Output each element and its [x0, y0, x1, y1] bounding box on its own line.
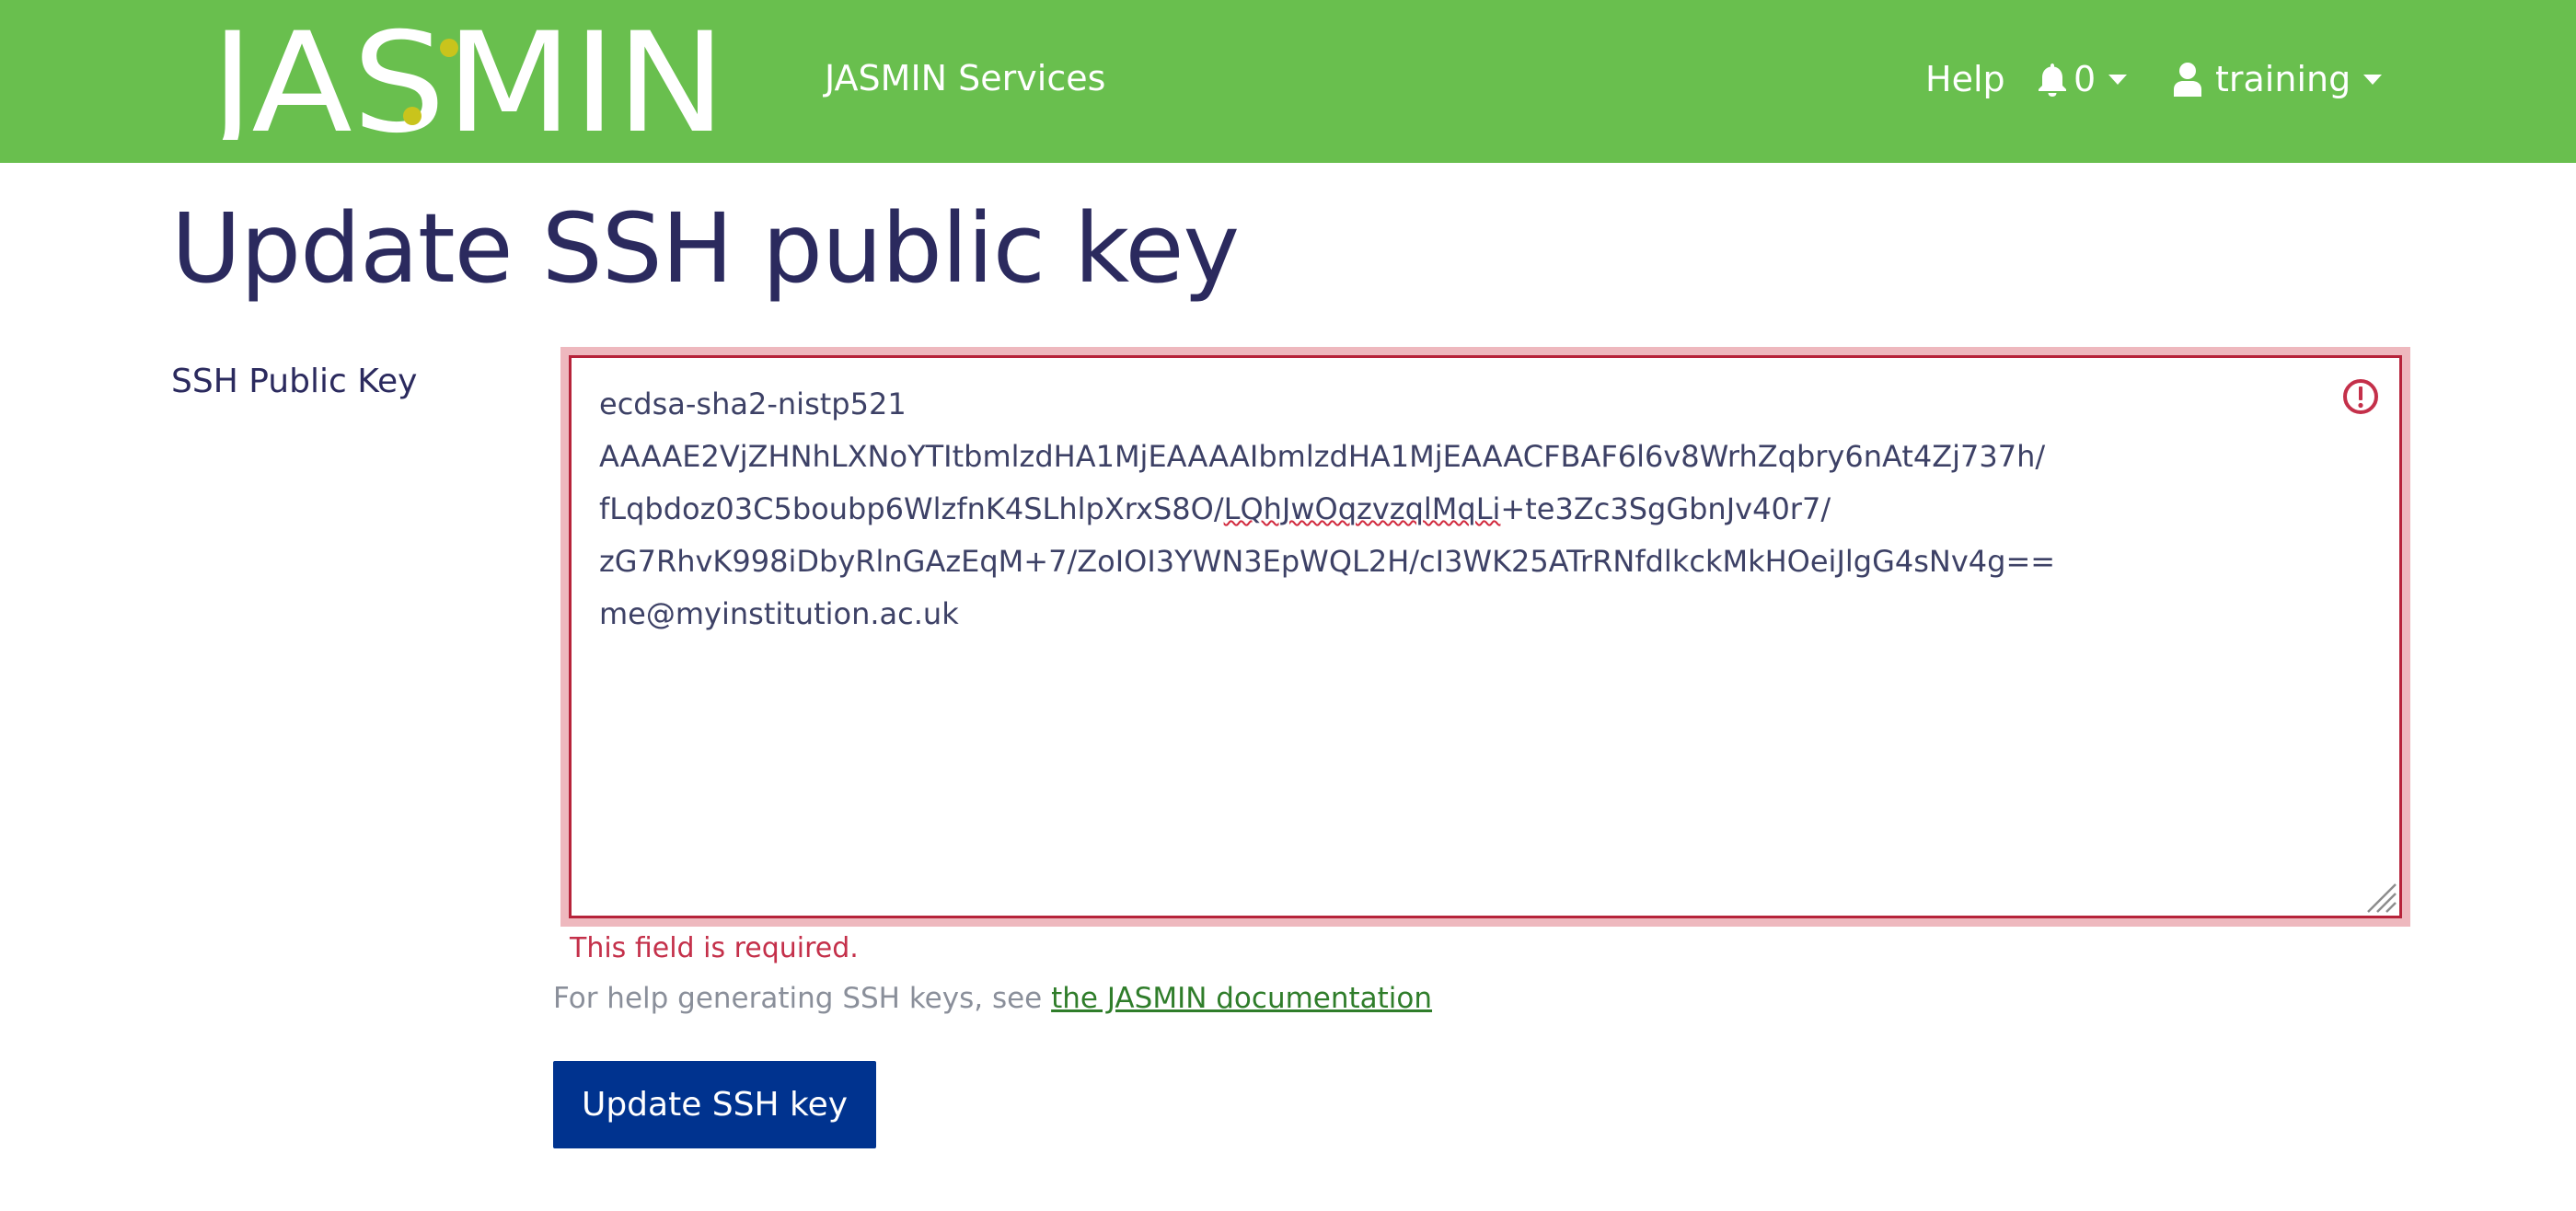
nav-services-link[interactable]: JASMIN Services	[825, 55, 1105, 101]
field-error-message: This field is required.	[570, 932, 859, 964]
notifications-count: 0	[2074, 59, 2097, 99]
jasmin-logo[interactable]: JASMIN	[208, 20, 729, 140]
top-navbar: JASMIN JASMIN Services Help 0 training	[0, 0, 2576, 163]
ssh-key-line: zG7RhvK998iDbyRlnGAzEqM+7/ZoIOI3YWN3EpWQ…	[599, 544, 2056, 579]
notifications-dropdown[interactable]: 0	[2037, 56, 2128, 102]
misspelled-word: LQhJwOqzvzqlMqLi	[1223, 491, 1501, 526]
chevron-down-icon	[2108, 74, 2128, 85]
page-title: Update SSH public key	[171, 192, 1240, 305]
bell-icon	[2039, 63, 2066, 97]
ssh-key-label: SSH Public Key	[171, 363, 418, 400]
ssh-key-line: me@myinstitution.ac.uk	[599, 596, 959, 631]
ssh-key-line: ecdsa-sha2-nistp521	[599, 386, 907, 421]
ssh-key-line: fLqbdoz03C5boubp6WlzfnK4SLhlpXrxS8O/LQhJ…	[599, 483, 2372, 536]
user-menu-dropdown[interactable]: training	[2173, 56, 2383, 102]
error-alert-icon	[2343, 379, 2378, 414]
ssh-key-textarea[interactable]: ecdsa-sha2-nistp521 AAAAE2VjZHNhLXNoYTIt…	[569, 355, 2402, 918]
resize-handle-icon[interactable]	[2364, 881, 2397, 914]
jasmin-logo-text: JASMIN	[208, 20, 726, 140]
logo-dot-icon	[403, 107, 422, 125]
jasmin-documentation-link[interactable]: the JASMIN documentation	[1051, 982, 1432, 1015]
logo-dot-icon	[440, 39, 458, 57]
ssh-key-field-focus-ring: ecdsa-sha2-nistp521 AAAAE2VjZHNhLXNoYTIt…	[560, 347, 2410, 927]
ssh-key-text-segment: +te3Zc3SgGbnJv40r7/	[1500, 491, 1831, 526]
help-text-prefix: For help generating SSH keys, see	[553, 982, 1052, 1015]
user-icon	[2174, 63, 2201, 97]
chevron-down-icon	[2363, 74, 2383, 85]
ssh-key-text-segment: fLqbdoz03C5boubp6WlzfnK4SLhlpXrxS8O/	[599, 491, 1224, 526]
ssh-key-line: AAAAE2VjZHNhLXNoYTItbmlzdHA1MjEAAAAIbmlz…	[599, 439, 2046, 474]
user-name: training	[2215, 59, 2351, 99]
update-ssh-key-button[interactable]: Update SSH key	[553, 1061, 876, 1148]
nav-help-link[interactable]: Help	[1925, 56, 2005, 102]
help-text: For help generating SSH keys, see the JA…	[553, 978, 1432, 1019]
